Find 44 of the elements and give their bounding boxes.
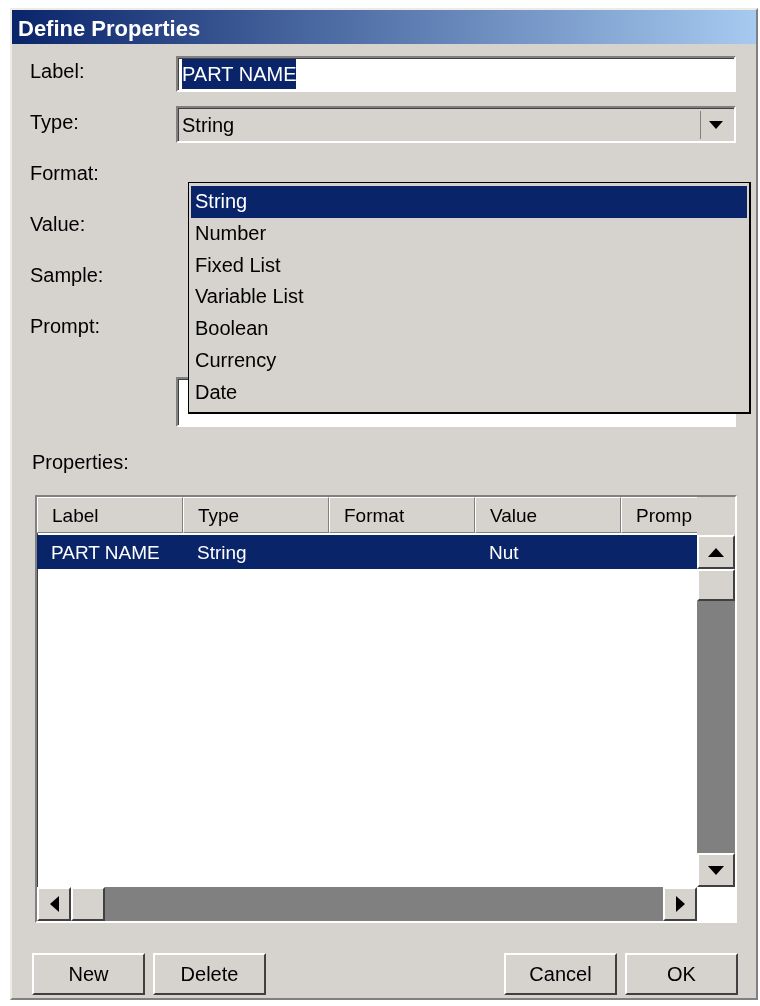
type-dropdown[interactable]: String xyxy=(176,106,736,143)
table-cell: String xyxy=(197,542,247,563)
field-label: Value: xyxy=(30,212,86,237)
vertical-scrollbar[interactable] xyxy=(697,497,735,887)
table-cell: Nut xyxy=(489,542,519,563)
dropdown-arrow-icon xyxy=(708,120,723,129)
dropdown-option[interactable]: Boolean xyxy=(191,313,747,345)
dropdown-option[interactable]: Currency xyxy=(191,345,747,377)
horizontal-scrollbar[interactable] xyxy=(37,887,697,921)
column-header[interactable]: Format xyxy=(329,497,475,533)
column-header[interactable]: Value xyxy=(475,497,621,533)
window-title: Define Properties xyxy=(12,10,756,44)
dropdown-option[interactable]: Number xyxy=(191,217,747,250)
field-label: Sample: xyxy=(30,263,104,288)
column-header[interactable]: Label xyxy=(37,497,183,533)
scroll-right-button[interactable] xyxy=(663,887,697,921)
dropdown-option[interactable]: Fixed List xyxy=(191,249,747,282)
right-arrow-icon xyxy=(675,896,685,912)
scroll-thumb[interactable] xyxy=(697,569,735,601)
properties-label: Properties: xyxy=(32,451,129,473)
field-label: Label: xyxy=(30,59,85,84)
table-row[interactable]: PART NAME String Nut xyxy=(37,535,697,569)
left-arrow-icon xyxy=(49,896,59,912)
dialog-button[interactable]: OK xyxy=(625,953,738,995)
field-label: Type: xyxy=(30,110,79,135)
field-label: Prompt: xyxy=(30,314,101,339)
field-value: PART NAME xyxy=(182,59,297,89)
down-arrow-icon xyxy=(708,865,724,875)
dropdown-value: String xyxy=(182,112,235,138)
column-header[interactable]: Type xyxy=(183,497,329,533)
scroll-thumb[interactable] xyxy=(71,887,105,921)
dialog-button[interactable]: Delete xyxy=(153,953,266,995)
scroll-up-button[interactable] xyxy=(697,535,735,569)
field-label: Format: xyxy=(30,161,99,186)
up-arrow-icon xyxy=(708,547,724,557)
dialog-button[interactable]: New xyxy=(32,953,145,995)
table-cell: PART NAME xyxy=(51,542,160,563)
dropdown-option[interactable]: Date xyxy=(191,376,747,409)
label-field[interactable]: PART NAME xyxy=(176,56,736,92)
dialog-button[interactable]: Cancel xyxy=(504,953,617,995)
scroll-down-button[interactable] xyxy=(697,853,735,887)
dropdown-option[interactable]: String xyxy=(191,186,747,218)
dropdown-option[interactable]: Variable List xyxy=(191,281,747,314)
scroll-left-button[interactable] xyxy=(37,887,71,921)
